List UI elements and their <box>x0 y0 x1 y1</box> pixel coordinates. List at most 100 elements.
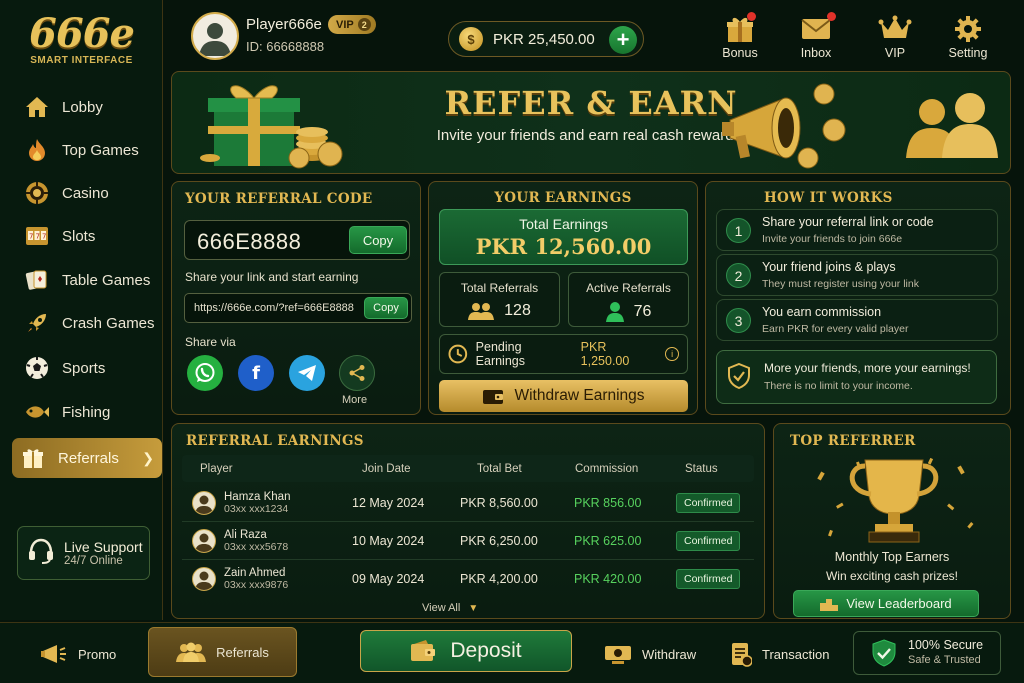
how-step: 2 Your friend joins & plays They must re… <box>716 254 998 296</box>
user-icon <box>605 302 624 322</box>
status-badge: Confirmed <box>676 530 741 551</box>
player-avatar <box>192 528 216 553</box>
notification-dot <box>827 12 836 21</box>
top-referrer-subtitle: Monthly Top Earners <box>834 550 950 564</box>
topbar-label: Bonus <box>722 46 758 60</box>
player-name: Ali Raza <box>224 528 267 541</box>
trophy-icon <box>817 457 974 543</box>
bottom-referrals[interactable]: Referrals <box>148 627 297 677</box>
transaction-label: Transaction <box>762 646 830 662</box>
brand-name: 666e <box>29 10 135 57</box>
cash-icon <box>605 646 631 664</box>
sidebar-item-crash-games[interactable]: Crash Games <box>16 303 156 343</box>
sidebar-item-top-games[interactable]: Top Games <box>16 130 156 170</box>
pending-earnings-row: Pending Earnings PKR 1,250.00 i <box>439 334 688 374</box>
logo[interactable]: 666e SMART INTERFACE <box>0 10 163 66</box>
balance-amount: PKR 25,450.00 <box>493 30 595 48</box>
referral-earnings-title: REFERRAL EARNINGS <box>186 433 364 449</box>
step-number: 2 <box>726 263 751 288</box>
sidebar-item-slots[interactable]: 777 Slots <box>16 216 156 256</box>
sidebar-item-label: Slots <box>62 227 96 245</box>
deposit-label: Deposit <box>450 639 522 662</box>
wallet-icon <box>483 390 504 404</box>
sidebar-item-label: Sports <box>62 359 106 377</box>
username: Player666e <box>246 16 322 33</box>
view-all-link[interactable]: View All ▼ <box>422 602 478 614</box>
player-phone: 03xx xxx1234 <box>224 502 289 515</box>
gear-icon <box>938 14 998 44</box>
more-share-button[interactable] <box>339 355 375 391</box>
withdraw-earnings-label: Withdraw Earnings <box>514 387 645 404</box>
copy-link-button[interactable]: Copy <box>364 297 408 319</box>
secure-badge: 100% Secure Safe & Trusted <box>853 631 1001 675</box>
balance-display: $ PKR 25,450.00 + <box>448 21 644 57</box>
bottom-promo[interactable]: Promo <box>40 631 116 677</box>
fire-icon <box>24 137 50 163</box>
copy-code-button[interactable]: Copy <box>349 226 407 254</box>
vip-label: VIP <box>336 18 354 31</box>
sidebar-item-referrals[interactable]: Referrals ❯ <box>12 438 162 478</box>
player-avatar <box>192 567 216 591</box>
sidebar-item-lobby[interactable]: Lobby <box>16 87 156 127</box>
facebook-share-button[interactable]: f <box>238 355 274 391</box>
info-icon[interactable]: i <box>665 347 679 361</box>
bottom-transaction[interactable]: Transaction <box>730 631 829 677</box>
promo-label: Promo <box>78 646 117 662</box>
column-header: Status <box>685 462 718 475</box>
banner-title: REFER & EARN <box>444 84 738 122</box>
sidebar-item-label: Top Games <box>62 141 139 159</box>
whatsapp-share-button[interactable] <box>187 355 223 391</box>
referral-code-title: YOUR REFERRAL CODE <box>185 191 373 207</box>
sidebar-item-fishing[interactable]: Fishing <box>16 392 156 432</box>
vip-badge[interactable]: VIP 2 <box>328 15 376 34</box>
table-header: Player Join Date Total Bet Commission St… <box>182 455 754 482</box>
referral-link-value: https://666e.com/?ref=666E8888 <box>194 302 354 314</box>
svg-text:7: 7 <box>42 233 46 241</box>
crown-icon <box>865 14 925 44</box>
secure-title: 100% Secure <box>908 638 984 653</box>
banner-subtitle: Invite your friends and earn real cash r… <box>436 127 746 144</box>
clock-icon <box>448 344 468 364</box>
topbar-bonus[interactable]: Bonus <box>710 12 770 60</box>
withdraw-earnings-button[interactable]: Withdraw Earnings <box>439 380 688 412</box>
top-referrer-title: TOP REFERRER <box>790 433 916 449</box>
view-leaderboard-button[interactable]: View Leaderboard <box>793 590 979 617</box>
slot-machine-icon: 777 <box>24 223 50 249</box>
sidebar-item-casino[interactable]: Casino <box>16 173 156 213</box>
shield-check-icon <box>728 363 750 389</box>
referral-earnings-panel: REFERRAL EARNINGS Player Join Date Total… <box>171 423 765 619</box>
sidebar-item-sports[interactable]: Sports <box>16 348 156 388</box>
active-referrals-card: Active Referrals 76 <box>568 272 689 327</box>
gift-icon <box>710 12 770 44</box>
referral-link-field[interactable]: https://666e.com/?ref=666E8888 Copy <box>184 293 412 323</box>
notification-dot <box>747 12 756 21</box>
earnings-panel: YOUR EARNINGS Total Earnings PKR 12,560.… <box>428 181 698 415</box>
add-funds-button[interactable]: + <box>609 26 637 54</box>
column-header: Commission <box>575 462 639 475</box>
active-referrals-value: 76 <box>633 303 652 320</box>
commission: PKR 856.00 <box>574 495 642 510</box>
total-earnings-card: Total Earnings PKR 12,560.00 <box>439 209 688 265</box>
bottom-withdraw[interactable]: Withdraw <box>604 631 696 677</box>
topbar-inbox[interactable]: Inbox <box>786 12 846 60</box>
step-desc: Invite your friends to join 666e <box>762 233 903 245</box>
headset-icon <box>26 536 56 571</box>
deposit-button[interactable]: Deposit <box>360 630 572 672</box>
table-row[interactable]: Ali Raza 03xx xxx5678 10 May 2024 PKR 6,… <box>182 522 754 560</box>
telegram-share-button[interactable] <box>289 355 325 391</box>
avatar[interactable] <box>191 12 239 60</box>
view-leaderboard-label: View Leaderboard <box>846 596 952 611</box>
total-bet: PKR 4,200.00 <box>460 572 538 586</box>
live-support-button[interactable]: Live Support 24/7 Online <box>17 526 150 580</box>
table-row[interactable]: Zain Ahmed 03xx xxx9876 09 May 2024 PKR … <box>182 560 754 598</box>
topbar-vip[interactable]: VIP <box>865 14 925 60</box>
topbar-setting[interactable]: Setting <box>938 14 998 60</box>
facebook-icon: f <box>252 362 260 384</box>
chevron-right-icon: ❯ <box>142 449 154 466</box>
table-row[interactable]: Hamza Khan 03xx xxx1234 12 May 2024 PKR … <box>182 484 754 522</box>
pending-earnings-label: Pending Earnings <box>475 340 525 368</box>
soccer-ball-icon <box>24 355 50 381</box>
share-icon <box>349 365 365 381</box>
users-icon <box>176 642 207 662</box>
sidebar-item-table-games[interactable]: Table Games <box>16 260 156 300</box>
